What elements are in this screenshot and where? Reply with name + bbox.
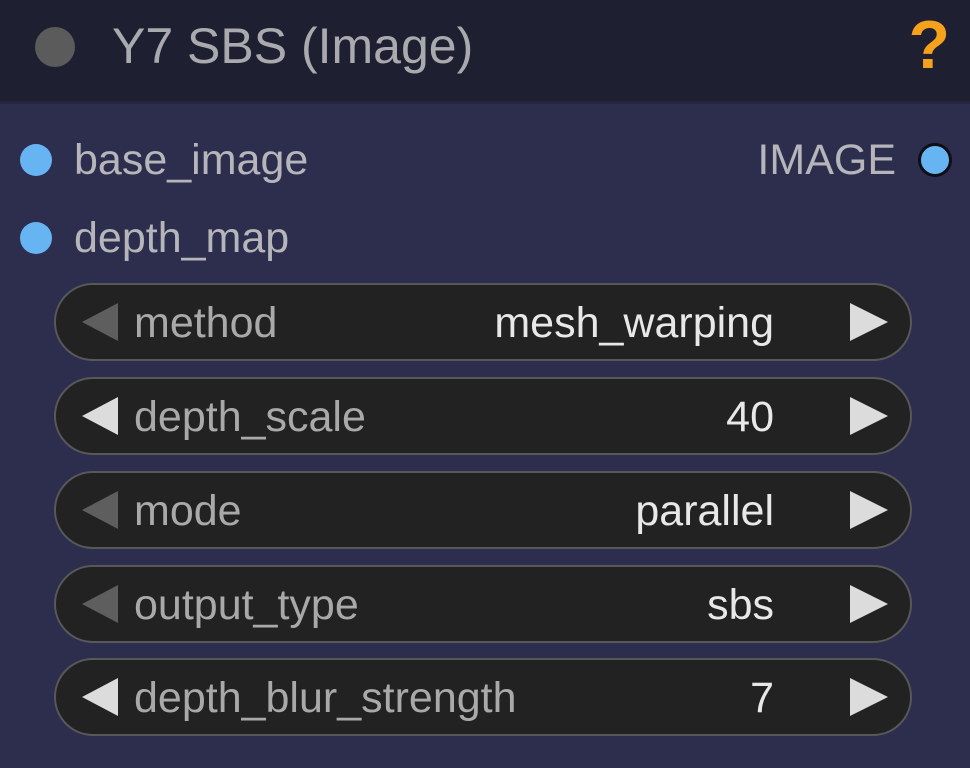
widget-method[interactable]: method mesh_warping	[54, 283, 912, 361]
input-slot-label: depth_map	[74, 214, 290, 262]
widget-label: output_type	[134, 581, 359, 629]
node-card[interactable]: Y7 SBS (Image) ? base_image IMAGE depth_…	[0, 0, 970, 768]
input-slot-dot-icon[interactable]	[20, 144, 52, 176]
widget-value[interactable]: mesh_warping	[494, 295, 774, 351]
node-header[interactable]: Y7 SBS (Image) ?	[0, 0, 970, 104]
output-slot-image[interactable]: IMAGE	[700, 132, 970, 188]
widget-value[interactable]: 7	[750, 670, 774, 726]
increment-arrow-icon[interactable]	[850, 397, 888, 435]
widget-label: method	[134, 299, 278, 347]
input-slot-label: base_image	[74, 136, 309, 184]
widget-value[interactable]: 40	[726, 389, 774, 445]
widget-depth-blur-strength[interactable]: depth_blur_strength 7	[54, 658, 912, 736]
widget-mode[interactable]: mode parallel	[54, 471, 912, 549]
node-title: Y7 SBS (Image)	[112, 18, 474, 74]
decrement-arrow-icon[interactable]	[82, 397, 118, 435]
input-slot-base-image[interactable]: base_image	[0, 132, 420, 188]
increment-arrow-icon[interactable]	[850, 678, 888, 716]
widget-depth-scale[interactable]: depth_scale 40	[54, 377, 912, 455]
help-icon[interactable]: ?	[908, 8, 950, 82]
decrement-arrow-icon[interactable]	[82, 491, 118, 529]
widget-label: depth_scale	[134, 393, 366, 441]
decrement-arrow-icon[interactable]	[82, 303, 118, 341]
output-slot-label: IMAGE	[757, 136, 896, 184]
decrement-arrow-icon[interactable]	[82, 585, 118, 623]
decrement-arrow-icon[interactable]	[82, 678, 118, 716]
input-slot-depth-map[interactable]: depth_map	[0, 210, 420, 266]
widget-label: mode	[134, 487, 242, 535]
collapse-dot-icon[interactable]	[35, 27, 75, 67]
increment-arrow-icon[interactable]	[850, 585, 888, 623]
widget-label: depth_blur_strength	[134, 674, 517, 722]
widget-value[interactable]: sbs	[707, 577, 774, 633]
widget-value[interactable]: parallel	[635, 483, 774, 539]
increment-arrow-icon[interactable]	[850, 491, 888, 529]
output-slot-dot-icon[interactable]	[918, 143, 952, 177]
input-slot-dot-icon[interactable]	[20, 222, 52, 254]
widget-output-type[interactable]: output_type sbs	[54, 565, 912, 643]
increment-arrow-icon[interactable]	[850, 303, 888, 341]
